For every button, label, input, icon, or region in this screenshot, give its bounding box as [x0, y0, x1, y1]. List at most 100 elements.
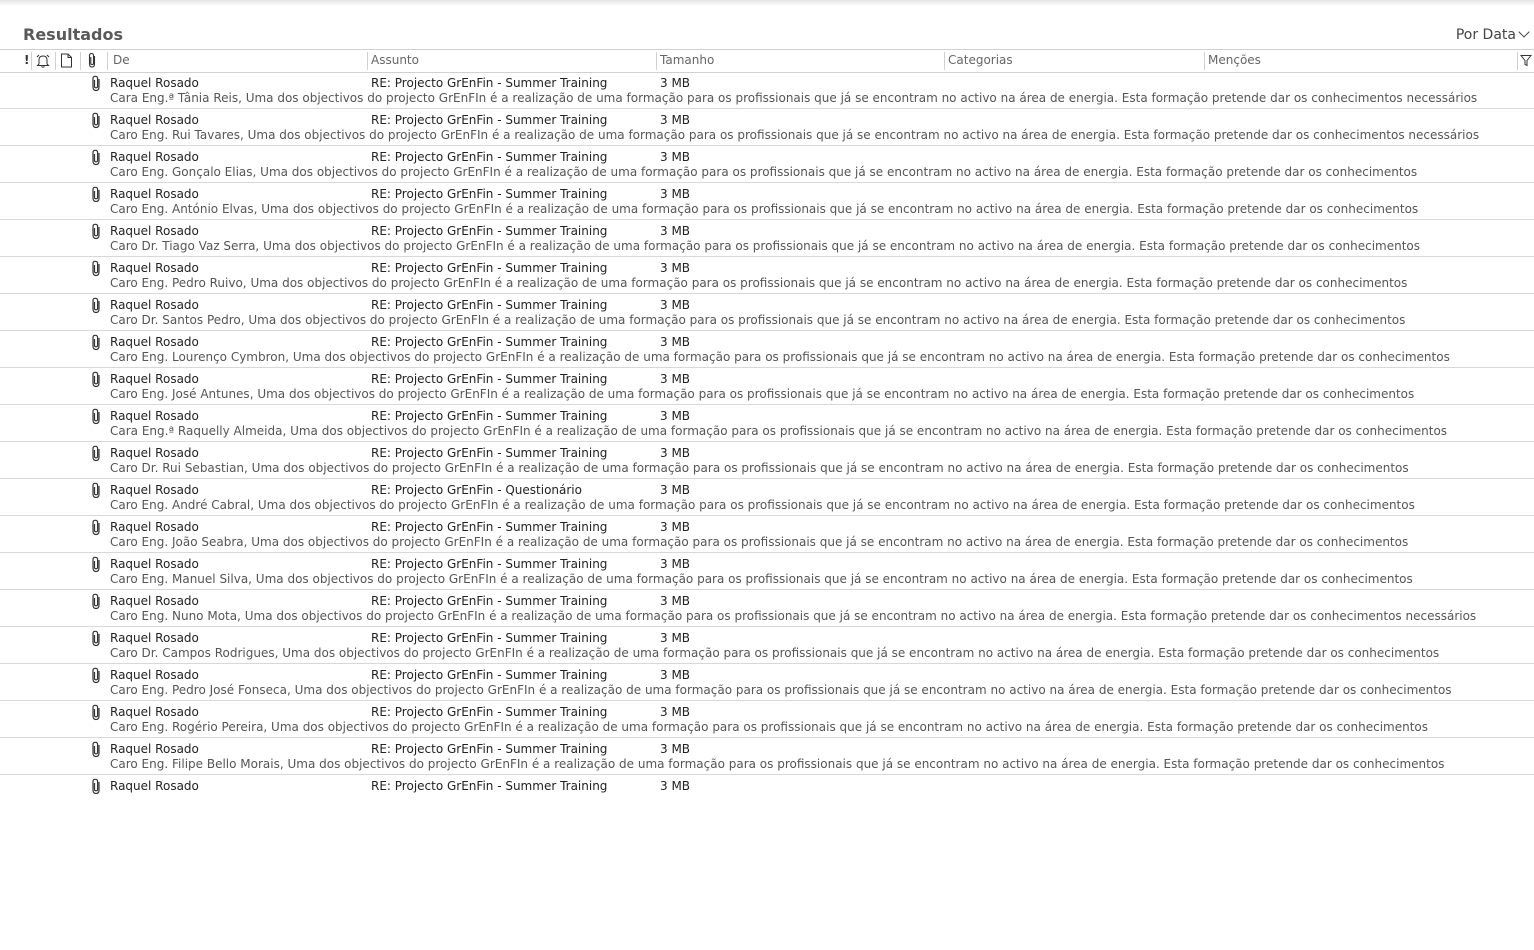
message-row[interactable]: Raquel Rosado RE: Projecto GrEnFin - Summ… — [0, 516, 1534, 553]
message-row[interactable]: Raquel Rosado RE: Projecto GrEnFin - Summ… — [0, 738, 1534, 775]
column-divider[interactable] — [31, 52, 32, 70]
message-row[interactable]: Raquel Rosado RE: Projecto GrEnFin - Summ… — [0, 590, 1534, 627]
message-subject: RE: Projecto GrEnFin - Summer Training — [371, 409, 608, 423]
column-importance[interactable]: ! — [24, 53, 29, 67]
message-preview: Caro Eng. Rogério Pereira, Uma dos objec… — [110, 720, 1429, 734]
paperclip-icon — [92, 519, 100, 536]
message-row[interactable]: Raquel Rosado RE: Projecto GrEnFin - Summ… — [0, 72, 1534, 109]
column-categories[interactable]: Categorias — [948, 53, 1013, 67]
message-row[interactable]: Raquel Rosado RE: Projecto GrEnFin - Summ… — [0, 701, 1534, 738]
paperclip-icon — [92, 556, 100, 573]
message-row[interactable]: Raquel Rosado RE: Projecto GrEnFin - Summ… — [0, 775, 1534, 798]
message-subject: RE: Projecto GrEnFin - Summer Training — [371, 298, 608, 312]
column-divider[interactable] — [367, 52, 368, 70]
paperclip-icon — [92, 778, 100, 795]
message-sender: Raquel Rosado — [110, 187, 199, 201]
message-row[interactable]: Raquel Rosado RE: Projecto GrEnFin - Summ… — [0, 368, 1534, 405]
message-size: 3 MB — [660, 298, 691, 312]
message-sender: Raquel Rosado — [110, 372, 199, 386]
filter-icon[interactable] — [1520, 54, 1532, 67]
column-size[interactable]: Tamanho — [660, 53, 714, 67]
message-sender: Raquel Rosado — [110, 298, 199, 312]
message-row[interactable]: Raquel Rosado RE: Projecto GrEnFin - Summ… — [0, 146, 1534, 183]
reminder-bell-icon[interactable] — [35, 53, 51, 69]
message-preview: Caro Eng. João Seabra, Uma dos objectivo… — [110, 535, 1409, 549]
message-size: 3 MB — [660, 113, 691, 127]
message-row[interactable]: Raquel Rosado RE: Projecto GrEnFin - Summ… — [0, 442, 1534, 479]
message-row[interactable]: Raquel Rosado RE: Projecto GrEnFin - Summ… — [0, 183, 1534, 220]
column-from[interactable]: De — [113, 53, 130, 67]
column-divider[interactable] — [80, 52, 81, 70]
paperclip-icon — [92, 334, 100, 351]
message-preview: Caro Dr. Rui Sebastian, Uma dos objectiv… — [110, 461, 1409, 475]
message-subject: RE: Projecto GrEnFin - Summer Training — [371, 76, 608, 90]
message-sender: Raquel Rosado — [110, 409, 199, 423]
message-row[interactable]: Raquel Rosado RE: Projecto GrEnFin - Summ… — [0, 294, 1534, 331]
message-size: 3 MB — [660, 520, 691, 534]
column-divider[interactable] — [656, 52, 657, 70]
message-size: 3 MB — [660, 668, 691, 682]
message-row[interactable]: Raquel Rosado RE: Projecto GrEnFin - Summ… — [0, 405, 1534, 442]
paperclip-icon — [92, 112, 100, 129]
message-row[interactable]: Raquel Rosado RE: Projecto GrEnFin - Summ… — [0, 220, 1534, 257]
paperclip-icon — [92, 667, 100, 684]
message-preview: Caro Eng. Gonçalo Elias, Uma dos objecti… — [110, 165, 1418, 179]
message-sender: Raquel Rosado — [110, 520, 199, 534]
message-subject: RE: Projecto GrEnFin - Summer Training — [371, 224, 608, 238]
message-preview: Caro Eng. Pedro Ruivo, Uma dos objectivo… — [110, 276, 1408, 290]
paperclip-icon — [92, 297, 100, 314]
message-sender: Raquel Rosado — [110, 594, 199, 608]
column-mentions[interactable]: Menções — [1208, 53, 1261, 67]
message-row[interactable]: Raquel Rosado RE: Projecto GrEnFin - Summ… — [0, 109, 1534, 146]
sort-label: Por Data — [1455, 27, 1516, 43]
paperclip-icon — [92, 482, 100, 499]
message-size: 3 MB — [660, 594, 691, 608]
message-sender: Raquel Rosado — [110, 224, 199, 238]
paperclip-icon — [92, 260, 100, 277]
message-sender: Raquel Rosado — [110, 446, 199, 460]
message-size: 3 MB — [660, 446, 691, 460]
message-subject: RE: Projecto GrEnFin - Summer Training — [371, 187, 608, 201]
column-divider[interactable] — [55, 52, 56, 70]
message-subject: RE: Projecto GrEnFin - Summer Training — [371, 335, 608, 349]
column-divider[interactable] — [1204, 52, 1205, 70]
paperclip-icon — [92, 741, 100, 758]
message-subject: RE: Projecto GrEnFin - Summer Training — [371, 446, 608, 460]
sort-by-date-dropdown[interactable]: Por Data — [1455, 26, 1530, 43]
paperclip-icon — [92, 371, 100, 388]
message-sender: Raquel Rosado — [110, 742, 199, 756]
message-preview: Caro Eng. Nuno Mota, Uma dos objectivos … — [110, 609, 1477, 623]
message-row[interactable]: Raquel Rosado RE: Projecto GrEnFin - Summ… — [0, 257, 1534, 294]
message-row[interactable]: Raquel Rosado RE: Projecto GrEnFin - Ques… — [0, 479, 1534, 516]
message-sender: Raquel Rosado — [110, 668, 199, 682]
message-list: Raquel Rosado RE: Projecto GrEnFin - Summ… — [0, 72, 1534, 798]
message-row[interactable]: Raquel Rosado RE: Projecto GrEnFin - Summ… — [0, 664, 1534, 701]
message-preview: Caro Eng. André Cabral, Uma dos objectiv… — [110, 498, 1415, 512]
column-divider[interactable] — [107, 52, 108, 70]
message-size: 3 MB — [660, 76, 691, 90]
message-subject: RE: Projecto GrEnFin - Summer Training — [371, 372, 608, 386]
document-icon[interactable] — [60, 53, 73, 68]
message-preview: Caro Eng. Lourenço Cymbron, Uma dos obje… — [110, 350, 1450, 364]
message-preview: Caro Dr. Santos Pedro, Uma dos objectivo… — [110, 313, 1406, 327]
message-sender: Raquel Rosado — [110, 150, 199, 164]
message-row[interactable]: Raquel Rosado RE: Projecto GrEnFin - Summ… — [0, 331, 1534, 368]
column-divider[interactable] — [1517, 52, 1518, 70]
paperclip-icon — [92, 704, 100, 721]
message-row[interactable]: Raquel Rosado RE: Projecto GrEnFin - Summ… — [0, 553, 1534, 590]
message-preview: Cara Eng.ª Raquelly Almeida, Uma dos obj… — [110, 424, 1448, 438]
message-subject: RE: Projecto GrEnFin - Summer Training — [371, 150, 608, 164]
column-divider[interactable] — [944, 52, 945, 70]
paperclip-icon[interactable] — [86, 52, 98, 69]
message-size: 3 MB — [660, 631, 691, 645]
message-row[interactable]: Raquel Rosado RE: Projecto GrEnFin - Summ… — [0, 627, 1534, 664]
message-subject: RE: Projecto GrEnFin - Summer Training — [371, 742, 608, 756]
message-preview: Caro Eng. António Elvas, Uma dos objecti… — [110, 202, 1419, 216]
message-size: 3 MB — [660, 224, 691, 238]
message-sender: Raquel Rosado — [110, 76, 199, 90]
column-subject[interactable]: Assunto — [371, 53, 419, 67]
message-subject: RE: Projecto GrEnFin - Summer Training — [371, 594, 608, 608]
paperclip-icon — [92, 445, 100, 462]
message-size: 3 MB — [660, 483, 691, 497]
message-sender: Raquel Rosado — [110, 779, 199, 793]
